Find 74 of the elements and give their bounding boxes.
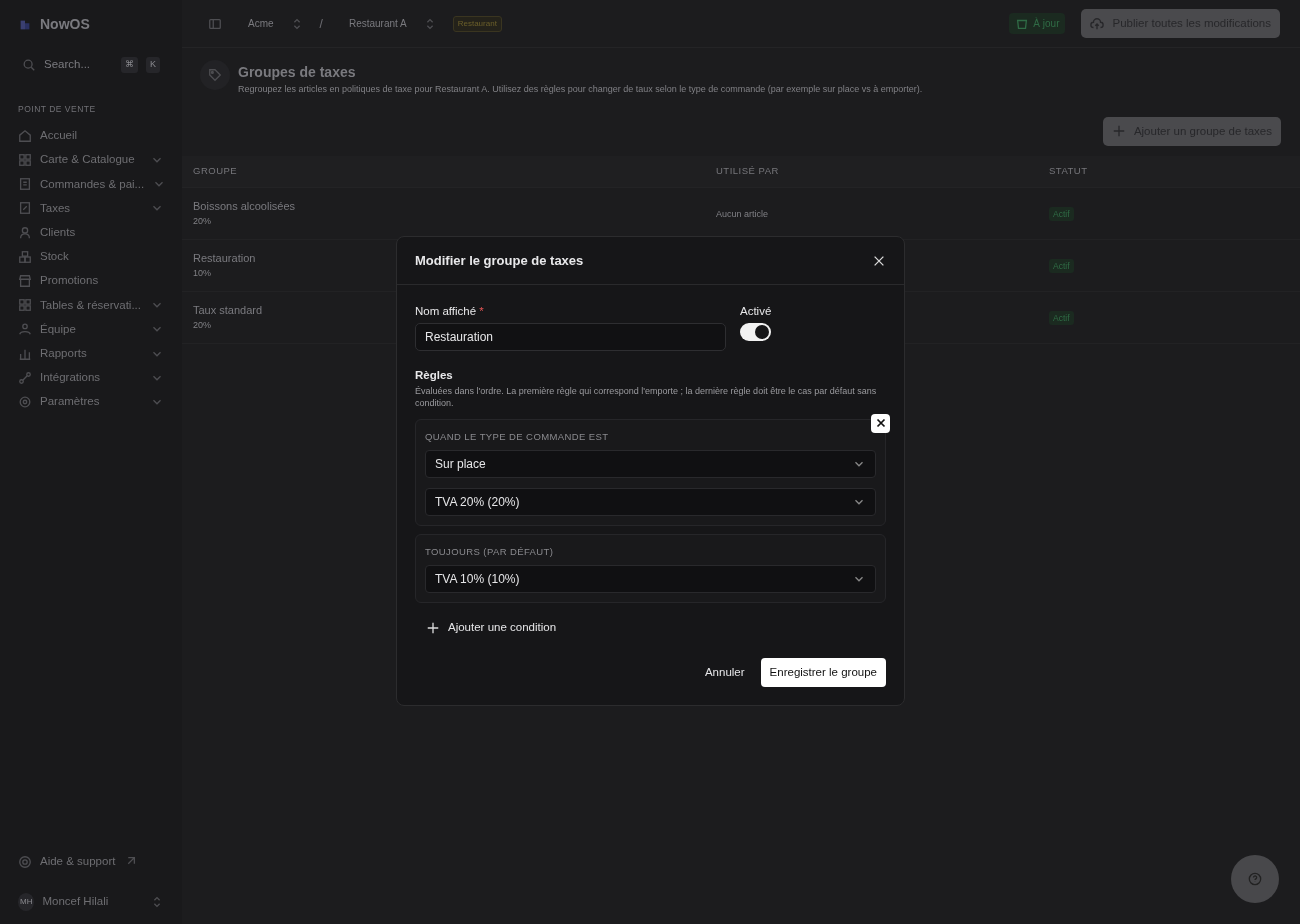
group-rate: 10% xyxy=(193,266,211,280)
group-rate: 20% xyxy=(193,318,211,332)
user-menu[interactable]: MH Moncef Hilali xyxy=(18,889,164,914)
page-title: Groupes de taxes xyxy=(238,63,357,82)
usage-text: Aucun article xyxy=(716,209,769,220)
sync-status: À jour xyxy=(1009,13,1066,34)
breadcrumb-separator: / xyxy=(319,15,323,33)
sidebar-item[interactable]: Accueil xyxy=(18,123,164,148)
search-icon xyxy=(22,58,36,72)
tax-rate-select[interactable]: TVA 20% (20%) xyxy=(425,488,876,517)
shortcut-key: ⌘ xyxy=(121,57,138,73)
group-name: Boissons alcoolisées xyxy=(193,199,296,215)
sidebar-item[interactable]: Commandes & pai... xyxy=(18,172,164,197)
type-tag: Restaurant xyxy=(452,15,502,32)
sidebar-item[interactable]: Carte & Catalogue xyxy=(18,147,164,173)
sidebar-item[interactable]: Clients xyxy=(18,220,164,245)
dialog-title: Modifier le groupe de taxes xyxy=(415,251,584,270)
sidebar-item[interactable]: Rapports xyxy=(18,341,164,366)
cloud-upload-icon xyxy=(1090,16,1105,31)
people-icon xyxy=(18,322,32,337)
sidebar-item[interactable]: Intégrations xyxy=(18,365,164,390)
tax-rate-select[interactable]: TVA 10% (10%) xyxy=(425,565,876,594)
status-badge: Actif xyxy=(1049,207,1074,222)
group-rate: 20% xyxy=(193,214,211,228)
group-name: Restauration xyxy=(193,251,256,267)
breadcrumb-selector[interactable]: Acme xyxy=(248,16,304,31)
sidebar-item[interactable]: Tables & réservati... xyxy=(18,293,164,318)
column-header: STATUT xyxy=(1049,164,1088,179)
search-field[interactable]: Search... ⌘ K xyxy=(18,51,164,79)
plus-icon xyxy=(1111,124,1126,139)
breadcrumb-selector[interactable]: Restaurant A xyxy=(348,16,437,31)
field-label: Nom affiché * xyxy=(415,304,485,319)
sidebar-item[interactable]: Stock xyxy=(18,244,164,269)
sidebar-toggle-icon[interactable] xyxy=(208,16,222,31)
user-avatar: MH xyxy=(18,892,35,911)
help-text: Évaluées dans l'ordre. La première règle qui correspond l'emporte ; la dernière règle doit être le cas par défaut sans condition. xyxy=(415,384,878,409)
group-name: Taux standard xyxy=(193,303,263,319)
column-header: GROUPE xyxy=(192,164,239,179)
link-icon xyxy=(18,370,32,385)
user-icon xyxy=(18,225,32,240)
status-badge: Actif xyxy=(1049,259,1074,274)
sidebar-item[interactable]: Promotions xyxy=(18,268,164,294)
boxes-icon xyxy=(18,249,32,264)
brand-name: NowOS xyxy=(40,15,90,34)
document-icon xyxy=(18,201,32,216)
remove-rule-button[interactable] xyxy=(871,413,890,433)
sidebar-item[interactable]: Paramètres xyxy=(18,389,164,414)
sidebar-item[interactable]: Taxes xyxy=(18,196,164,221)
toggle-switch[interactable] xyxy=(740,323,771,342)
status-badge: Actif xyxy=(1049,311,1074,326)
plus-icon xyxy=(426,620,440,635)
shortcut-key: K xyxy=(146,57,160,73)
grid-icon xyxy=(18,298,32,313)
question-icon xyxy=(1248,872,1262,886)
save-button[interactable]: Enregistrer le groupe xyxy=(760,657,886,687)
rule-label: QUAND LE TYPE DE COMMANDE EST xyxy=(425,429,610,444)
home-icon xyxy=(18,128,32,143)
rule-label: TOUJOURS (PAR DÉFAUT) xyxy=(425,545,555,560)
add-condition-button[interactable]: Ajouter une condition xyxy=(426,619,557,637)
cancel-button[interactable]: Annuler xyxy=(704,663,745,681)
section-label: POINT DE VENTE xyxy=(18,103,97,116)
name-field[interactable]: Restauration xyxy=(415,323,726,352)
toggle-label: Activé xyxy=(740,304,772,319)
list-icon xyxy=(18,177,32,192)
order-type-select[interactable]: Sur place xyxy=(425,450,876,479)
section-title: Règles xyxy=(415,368,454,384)
sidebar-item[interactable]: Équipe xyxy=(18,317,164,342)
page-subtitle: Regroupez les articles en politiques de taxe pour Restaurant A. Utilisez des règles pour changer de taux selon le type de commande (par exemple sur place vs à emporter). xyxy=(238,83,923,96)
settings-icon xyxy=(18,394,32,409)
grid-icon xyxy=(18,153,32,168)
column-header: UTILISÉ PAR xyxy=(716,164,780,179)
tag-icon xyxy=(200,60,230,90)
store-icon xyxy=(18,273,32,288)
help-link[interactable]: Aide & support xyxy=(18,849,164,874)
